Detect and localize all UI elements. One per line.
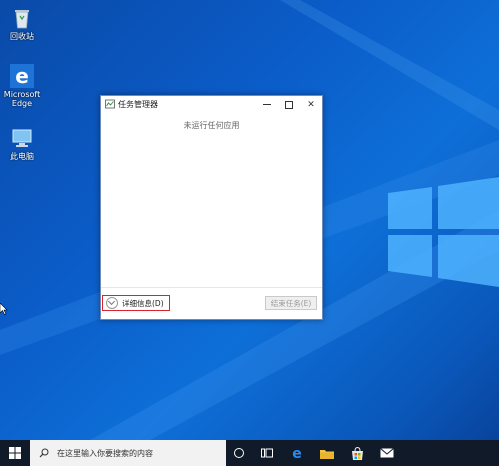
start-icon bbox=[9, 447, 21, 459]
task-manager-window: 任务管理器 ✕ 未运行任何应用 详细信息(D) 结束任务(E) bbox=[100, 95, 323, 320]
taskbar-mail-button[interactable] bbox=[374, 440, 400, 466]
title-bar[interactable]: 任务管理器 ✕ bbox=[101, 96, 322, 113]
more-details-label: 详细信息(D) bbox=[122, 298, 164, 308]
recycle-bin-icon bbox=[10, 6, 34, 30]
store-icon bbox=[351, 446, 363, 460]
taskbar: 在这里输入你要搜索的内容 e bbox=[0, 440, 499, 466]
mail-icon bbox=[380, 448, 394, 458]
taskbar-file-explorer-button[interactable] bbox=[314, 440, 340, 466]
windows-logo-wallpaper bbox=[388, 177, 499, 287]
window-footer: 详细信息(D) 结束任务(E) bbox=[101, 287, 322, 320]
cortana-button[interactable] bbox=[226, 440, 252, 466]
search-box[interactable]: 在这里输入你要搜索的内容 bbox=[30, 440, 226, 466]
edge-icon: e bbox=[10, 64, 34, 88]
svg-text:e: e bbox=[15, 64, 29, 88]
maximize-button[interactable] bbox=[278, 96, 300, 113]
file-explorer-icon bbox=[320, 449, 334, 459]
task-view-button[interactable] bbox=[254, 440, 280, 466]
computer-icon bbox=[10, 126, 34, 150]
empty-message: 未运行任何应用 bbox=[183, 121, 240, 130]
task-manager-icon bbox=[105, 99, 115, 109]
minimize-button[interactable] bbox=[256, 96, 278, 113]
edge-icon: e bbox=[292, 446, 302, 460]
desktop-icon-label: 此电脑 bbox=[10, 152, 34, 161]
desktop-icon-label: Microsoft Edge bbox=[3, 90, 41, 108]
search-icon bbox=[39, 448, 49, 458]
mouse-cursor bbox=[0, 303, 8, 315]
taskbar-edge-button[interactable]: e bbox=[284, 440, 310, 466]
more-details-button[interactable]: 详细信息(D) bbox=[102, 295, 170, 311]
desktop-icon-edge[interactable]: e Microsoft Edge bbox=[2, 64, 42, 108]
taskbar-store-button[interactable] bbox=[344, 440, 370, 466]
close-icon: ✕ bbox=[307, 99, 315, 110]
search-placeholder: 在这里输入你要搜索的内容 bbox=[57, 448, 153, 458]
close-button[interactable]: ✕ bbox=[300, 96, 322, 113]
cortana-icon bbox=[234, 448, 244, 458]
minimize-icon bbox=[263, 104, 271, 105]
chevron-down-icon bbox=[106, 297, 118, 309]
window-title: 任务管理器 bbox=[118, 100, 158, 109]
end-task-button[interactable]: 结束任务(E) bbox=[265, 296, 317, 310]
desktop-icon-label: 回收站 bbox=[10, 32, 34, 41]
desktop-icon-recycle-bin[interactable]: 回收站 bbox=[2, 6, 42, 41]
desktop-icon-this-pc[interactable]: 此电脑 bbox=[2, 126, 42, 161]
task-view-icon bbox=[261, 448, 273, 458]
maximize-icon bbox=[285, 100, 293, 109]
svg-text:e: e bbox=[292, 446, 302, 460]
start-button[interactable] bbox=[0, 440, 30, 466]
